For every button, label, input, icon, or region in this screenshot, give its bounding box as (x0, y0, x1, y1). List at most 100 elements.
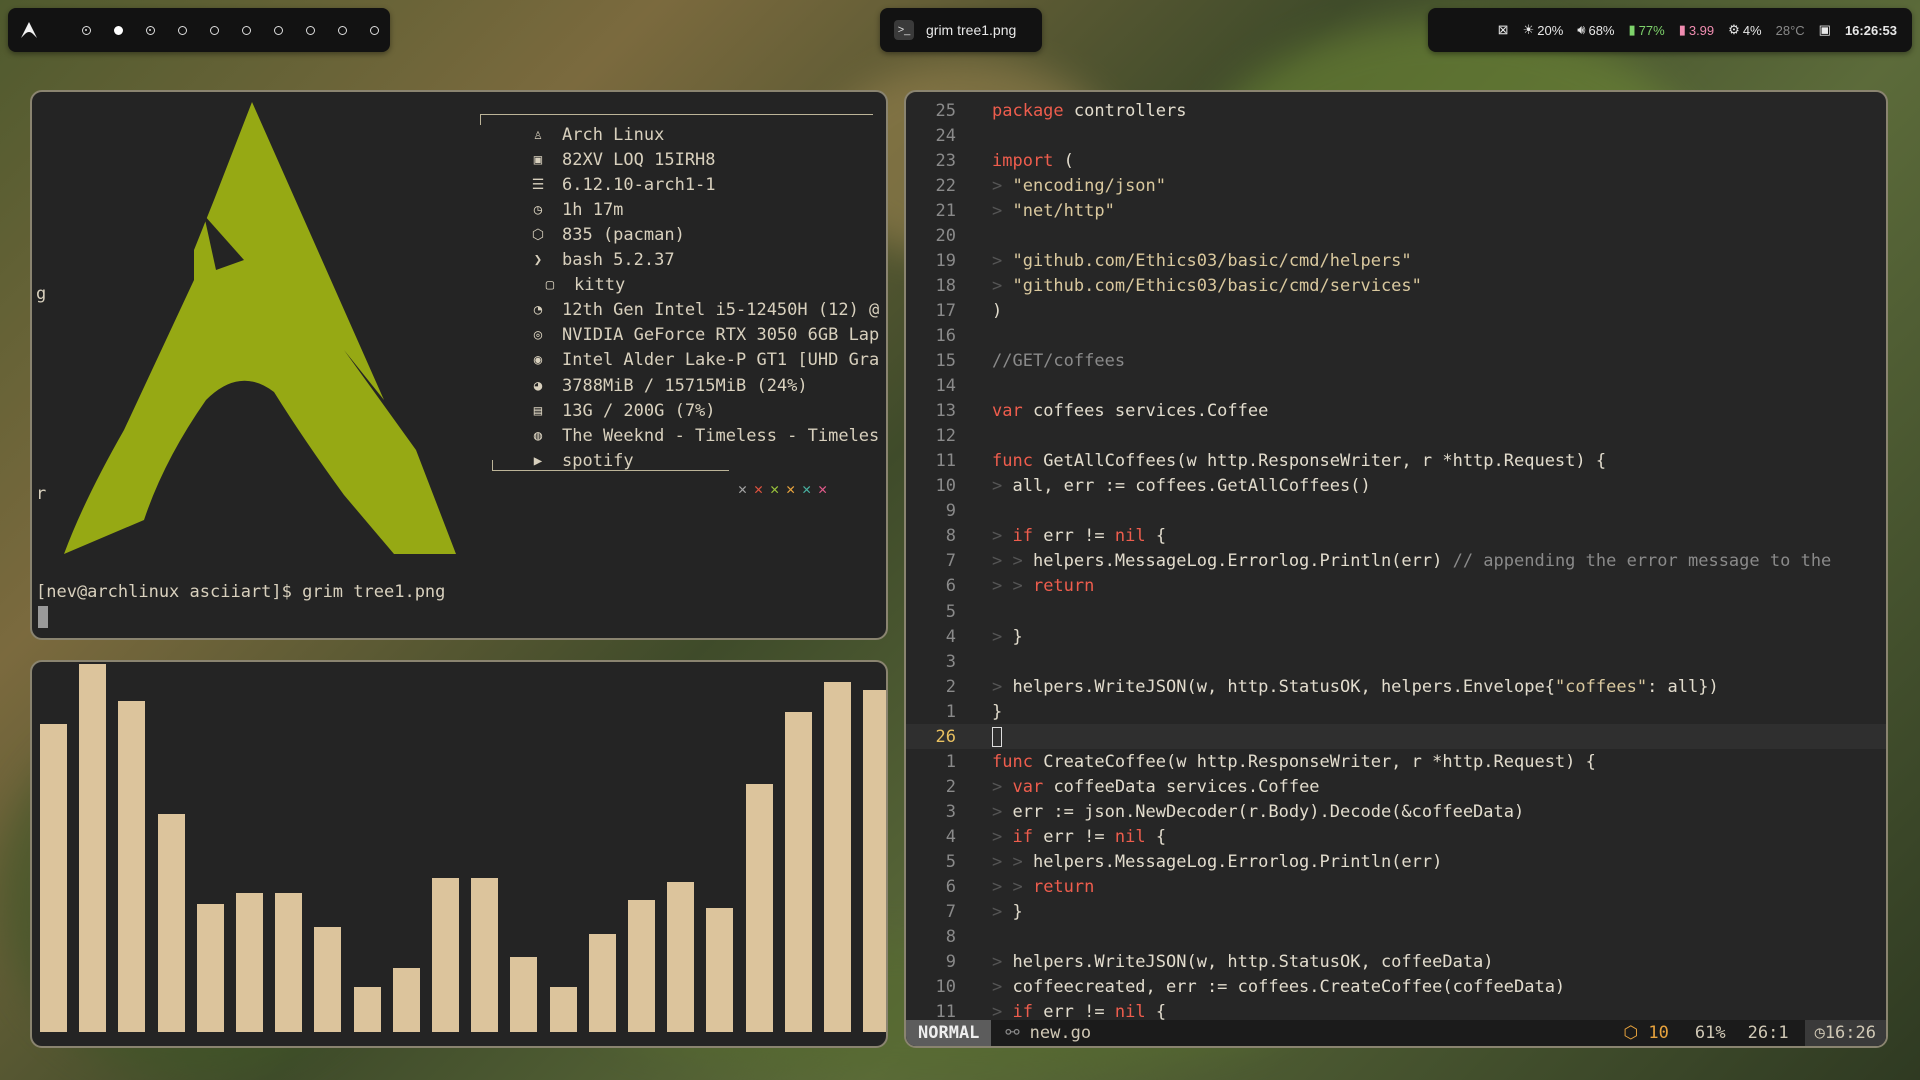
code-line[interactable]: 20 (906, 223, 1886, 248)
code-line[interactable]: 11 func GetAllCoffees(w http.ResponseWrit… (906, 449, 1886, 474)
workspace-indicator-icon (81, 25, 91, 35)
code-line[interactable]: 6 > > return (906, 875, 1886, 900)
workspace-6[interactable] (230, 8, 262, 52)
code-line[interactable]: 3 > err := json.NewDecoder(r.Body).Decode… (906, 799, 1886, 824)
info-row: ▢ kitty (540, 273, 625, 298)
code-line[interactable]: 26 (906, 724, 1886, 750)
code-line[interactable]: 6 > > return (906, 574, 1886, 599)
code-line[interactable]: 4 > if err != nil { (906, 824, 1886, 849)
code-token: ( (1053, 150, 1074, 171)
code-line[interactable]: 10 > all, err := coffees.GetAllCoffees() (906, 474, 1886, 499)
code-line[interactable]: 13 var coffees services.Coffee (906, 399, 1886, 424)
notification-icon[interactable]: ⊠ (1498, 22, 1509, 38)
line-number: 3 (945, 651, 956, 672)
brightness-icon: ☀ (1522, 22, 1535, 37)
battery-indicator[interactable]: ▮ 77% (1629, 22, 1665, 38)
workspace-4[interactable] (166, 8, 198, 52)
code-line[interactable]: 5 (906, 599, 1886, 624)
shell-icon: ❯ (533, 252, 543, 268)
info-row: ◎ NVIDIA GeForce RTX 3050 6GB Lap (528, 323, 880, 348)
active-window-title: grim tree1.png (926, 22, 1017, 38)
line-number: 9 (945, 501, 956, 522)
code-line[interactable]: 5 > > helpers.MessageLog.Errorlog.Println… (906, 850, 1886, 875)
line-number: 18 (935, 275, 956, 296)
code-line[interactable]: 18 > "github.com/Ethics03/basic/cmd/servi… (906, 273, 1886, 298)
workspace-9[interactable] (326, 8, 358, 52)
volume-icon: 🔊︎ (1577, 22, 1586, 37)
color-mark: ✕ (770, 480, 780, 498)
code-line[interactable]: 25 package controllers (906, 98, 1886, 123)
code-line[interactable]: 24 (906, 123, 1886, 148)
workspace-bar (8, 8, 390, 52)
code-line[interactable]: 9 (906, 499, 1886, 524)
code-line[interactable]: 7 > > helpers.MessageLog.Errorlog.Println… (906, 549, 1886, 574)
code-token: var (1012, 776, 1044, 797)
visualizer-bar (236, 892, 263, 1032)
code-token: helpers.MessageLog.Errorlog.Println(err) (1032, 551, 1453, 572)
color-mark: ✕ (802, 480, 812, 498)
code-token: > (992, 676, 1013, 697)
code-editor[interactable]: 25 package controllers 24 23 import (22 > "en… (904, 90, 1888, 1048)
code-line[interactable]: 9 > helpers.WriteJSON(w, http.StatusOK, c… (906, 950, 1886, 975)
code-line[interactable]: 1 func CreateCoffee(w http.ResponseWriter… (906, 749, 1886, 774)
code-line[interactable]: 1} (906, 699, 1886, 724)
line-number: 10 (935, 476, 956, 497)
arch-logo-icon[interactable] (8, 8, 50, 52)
code-token: err := json.NewDecoder(r.Body).Decode(&c… (1012, 801, 1525, 822)
info-box-bottom (492, 460, 729, 471)
temperature-indicator[interactable]: 28°C (1776, 23, 1805, 38)
code-line[interactable]: 22 > "encoding/json" (906, 173, 1886, 198)
visualizer-bar (471, 877, 499, 1032)
code-line[interactable]: 17) (906, 298, 1886, 323)
code-line[interactable]: 8 > if err != nil { (906, 524, 1886, 549)
terminal-fastfetch[interactable]: g r ♙ Arch Linux ▣ 82XV LOQ 15IRH8 ☰ 6.12.10-… (30, 90, 888, 640)
code-line[interactable]: 7 > } (906, 900, 1886, 925)
code-token: helpers.WriteJSON(w, http.StatusOK, help… (1012, 676, 1555, 697)
code-line[interactable]: 23 import ( (906, 148, 1886, 173)
code-line[interactable]: 8 (906, 925, 1886, 950)
line-number: 8 (945, 927, 956, 948)
visualizer-bar (628, 900, 655, 1032)
workspace-10[interactable] (358, 8, 390, 52)
code-line[interactable]: 19 > "github.com/Ethics03/basic/cmd/helpe… (906, 248, 1886, 273)
line-number: 22 (935, 175, 956, 196)
code-line[interactable]: 3 (906, 649, 1886, 674)
workspace-7[interactable] (262, 8, 294, 52)
code-line[interactable]: 16 (906, 323, 1886, 348)
line-number: 10 (935, 977, 956, 998)
workspace-5[interactable] (198, 8, 230, 52)
power-indicator[interactable]: ▮ 3.99 (1679, 22, 1714, 38)
workspace-8[interactable] (294, 8, 326, 52)
code-token: if (1012, 526, 1033, 547)
code-line[interactable]: 14 (906, 374, 1886, 399)
file-name[interactable]: new.go (1030, 1023, 1091, 1043)
code-line[interactable]: 21 > "net/http" (906, 198, 1886, 223)
line-number: 4 (945, 826, 956, 847)
screenshot-icon[interactable]: ▣ (1819, 22, 1831, 38)
line-number: 2 (945, 776, 956, 797)
package-icon: ⬡ (1623, 1023, 1649, 1043)
info-text: Intel Alder Lake-P GT1 [UHD Gra (562, 350, 880, 371)
brightness-indicator[interactable]: ☀ 20% (1523, 22, 1564, 38)
code-token: > > (992, 551, 1033, 572)
visualizer-bar (784, 712, 812, 1032)
code-line[interactable]: 2 > helpers.WriteJSON(w, http.StatusOK, h… (906, 674, 1886, 699)
cpu-indicator[interactable]: ⚙ 4% (1728, 22, 1761, 38)
code-line[interactable]: 4 > } (906, 624, 1886, 649)
line-number: 17 (935, 300, 956, 321)
code-line[interactable]: 2 > var coffeeData services.Coffee (906, 774, 1886, 799)
visualizer-bar (118, 701, 146, 1032)
visualizer-bar (157, 813, 185, 1032)
volume-indicator[interactable]: 🔊︎ 68% (1577, 22, 1614, 38)
info-row: ◷ 1h 17m (528, 197, 624, 222)
package-icon: ⬡ (531, 226, 545, 243)
cursor-position: 26:1 (1747, 1023, 1789, 1043)
code-line[interactable]: 10 > coffeecreated, err := coffees.Create… (906, 975, 1886, 1000)
code-line[interactable]: 15 //GET/coffees (906, 349, 1886, 374)
diagnostics[interactable]: ⬡ 10 (1623, 1023, 1669, 1043)
workspace-1[interactable] (70, 8, 102, 52)
code-line[interactable]: 12 (906, 424, 1886, 449)
clock[interactable]: 16:26:53 (1845, 23, 1897, 38)
workspace-3[interactable] (134, 8, 166, 52)
workspace-2[interactable] (102, 8, 134, 52)
